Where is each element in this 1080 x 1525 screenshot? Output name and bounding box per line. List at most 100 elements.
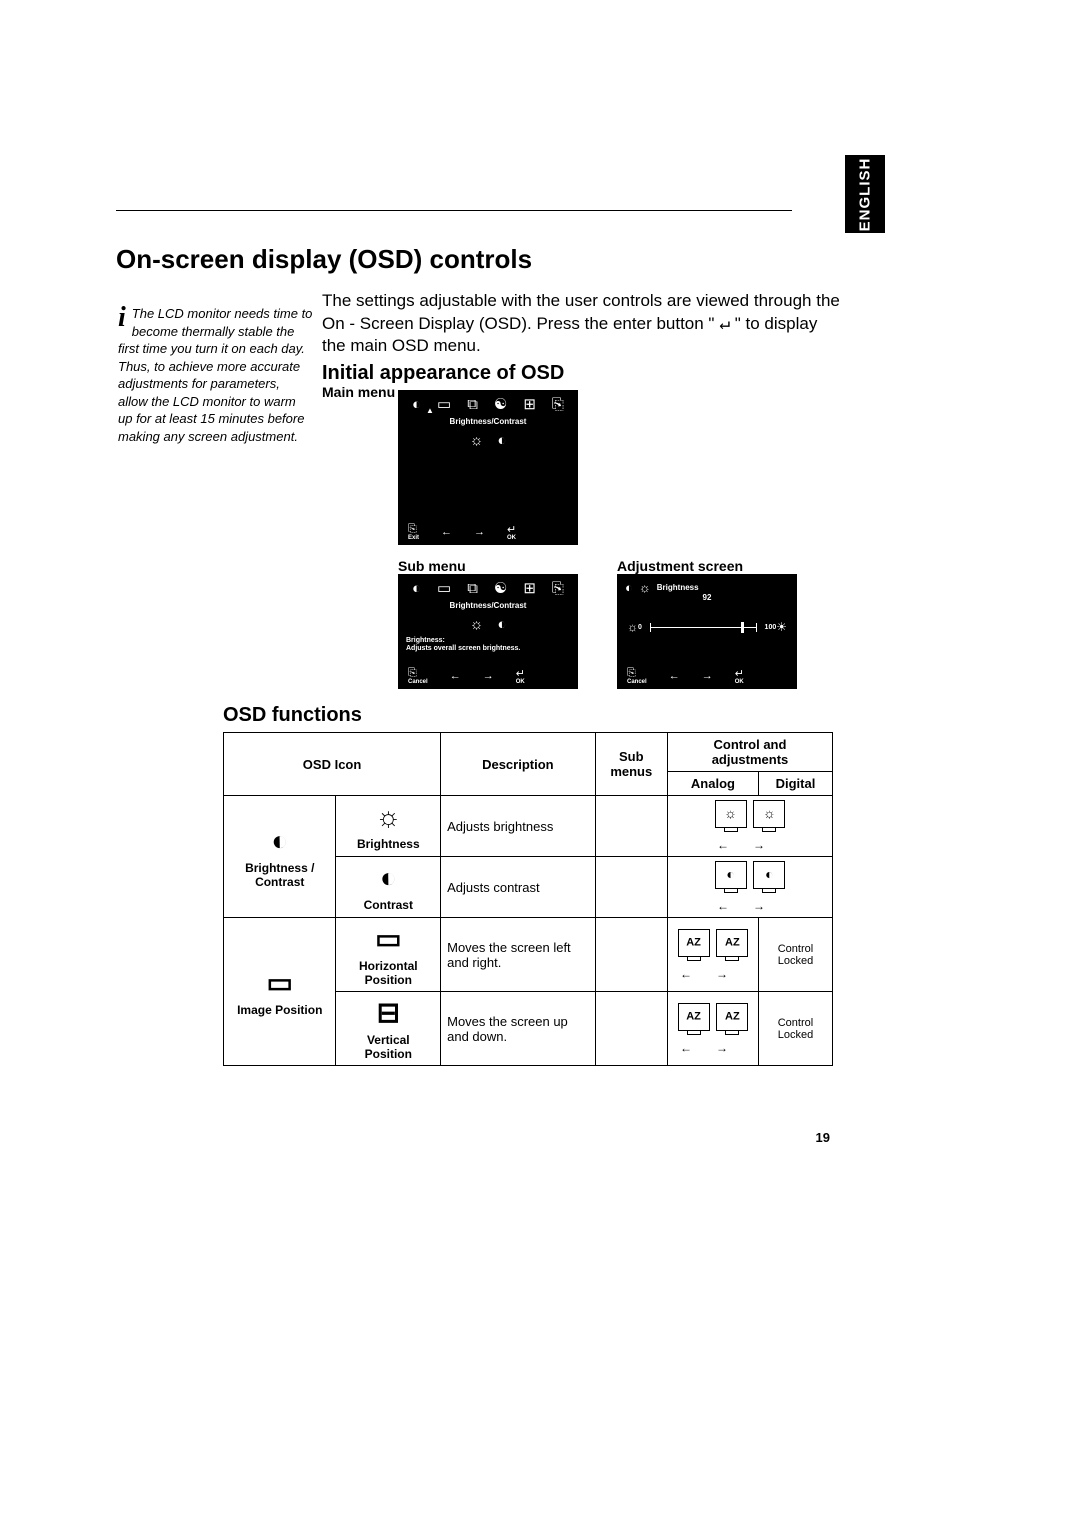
th-osd-icon: OSD Icon	[224, 733, 441, 796]
contrast-icon: ◐	[342, 862, 434, 894]
image-setup-icon: ⧉	[467, 396, 478, 413]
options-icon: ⊞	[523, 395, 536, 413]
monitor-icon: AZ	[716, 929, 748, 957]
section-osd-functions: OSD functions	[223, 704, 362, 727]
cell-contrast-icon: ◐ Contrast	[336, 857, 441, 918]
section-initial-appearance: Initial appearance of OSD	[322, 362, 564, 385]
cell-bc-group: ◐ Brightness / Contrast	[224, 796, 336, 918]
right-arrow-icon: →	[702, 670, 713, 682]
info-icon: i	[118, 305, 126, 330]
image-position-icon: ▭	[437, 395, 451, 413]
left-right-arrows-icon: ←→	[680, 1041, 752, 1055]
th-analog: Analog	[667, 772, 758, 796]
cancel-button: ⎘Cancel	[408, 667, 428, 685]
cell-empty	[595, 857, 667, 918]
osd-description: Brightness: Adjusts overall screen brigh…	[398, 633, 578, 654]
osd-functions-table: OSD Icon Description Sub menus Control a…	[223, 732, 833, 1066]
left-right-arrows-icon: ←→	[680, 838, 826, 852]
th-controls: Control and adjustments	[667, 733, 832, 772]
cell-contrast-desc: Adjusts contrast	[441, 857, 595, 918]
contrast-icon: ◐	[497, 432, 506, 449]
cell-brightness-controls: ☼ ☼ ←→	[667, 796, 832, 857]
right-arrow-icon: →	[483, 670, 494, 682]
exit-button: ⎘Exit	[408, 523, 419, 541]
osd-section-title: Brightness/Contrast	[398, 601, 578, 610]
image-position-icon: ▭	[230, 966, 329, 999]
left-arrow-icon: ←	[450, 670, 461, 682]
cancel-button: ⎘Cancel	[627, 667, 647, 685]
left-right-arrows-icon: ←→	[680, 967, 752, 981]
language-tab: ENGLISH	[845, 155, 885, 233]
range-min: 0	[638, 624, 642, 631]
brightness-icon: ☼	[639, 580, 651, 595]
cell-vpos-desc: Moves the screen up and down.	[441, 992, 595, 1066]
brightness-low-icon: ☼	[627, 620, 638, 634]
page-number: 19	[816, 1130, 830, 1145]
exit-icon: ⎘	[552, 396, 564, 413]
monitor-icon: ☼	[715, 800, 747, 828]
vertical-position-icon: ⊟	[342, 996, 434, 1029]
label-adjustment-screen: Adjustment screen	[617, 558, 743, 574]
cell-hpos-desc: Moves the screen left and right.	[441, 918, 595, 992]
cell-hpos-analog: AZ AZ ←→	[667, 918, 758, 992]
brightness-contrast-icon: ◐	[412, 580, 421, 597]
cell-vpos-icon: ⊟ Vertical Position	[336, 992, 441, 1066]
contrast-icon: ◐	[497, 616, 506, 633]
image-properties-icon: ☯	[494, 395, 507, 413]
cell-empty	[595, 796, 667, 857]
adjustment-label: Brightness	[657, 583, 699, 592]
cell-brightness-desc: Adjusts brightness	[441, 796, 595, 857]
exit-icon: ⎘	[552, 580, 564, 597]
brightness-icon: ☼	[470, 616, 484, 633]
cell-vpos-digital: Control Locked	[758, 992, 832, 1066]
header-rule	[116, 210, 792, 211]
cell-vpos-analog: AZ AZ ←→	[667, 992, 758, 1066]
brightness-icon: ☼	[470, 432, 484, 449]
monitor-icon: AZ	[716, 1003, 748, 1031]
image-setup-icon: ⧉	[467, 580, 478, 597]
cell-hpos-icon: ▭ Horizontal Position	[336, 918, 441, 992]
osd-sub-menu: ◐ ▭ ⧉ ☯ ⊞ ⎘ Brightness/Contrast ☼ ◐ Brig…	[398, 574, 578, 689]
ok-button: ↵OK	[735, 667, 744, 685]
monitor-icon: AZ	[678, 1003, 710, 1031]
th-submenus: Sub menus	[595, 733, 667, 796]
image-properties-icon: ☯	[494, 579, 507, 597]
right-arrow-icon: →	[474, 526, 485, 538]
brightness-contrast-icon: ◐▲	[412, 396, 421, 413]
label-main-menu: Main menu	[322, 384, 395, 400]
th-description: Description	[441, 733, 595, 796]
ok-button: ↵OK	[507, 523, 516, 541]
osd-section-title: Brightness/Contrast	[398, 417, 578, 426]
left-arrow-icon: ←	[441, 526, 452, 538]
monitor-icon: ◐	[715, 861, 747, 889]
label-sub-menu: Sub menu	[398, 558, 466, 574]
horizontal-position-icon: ▭	[342, 922, 434, 955]
enter-icon: ↵	[719, 313, 730, 334]
slider	[650, 627, 757, 628]
image-position-icon: ▭	[437, 579, 451, 597]
cell-hpos-digital: Control Locked	[758, 918, 832, 992]
monitor-icon: AZ	[678, 929, 710, 957]
intro-paragraph: The settings adjustable with the user co…	[322, 290, 842, 358]
brightness-contrast-icon: ◐	[230, 825, 329, 857]
range-max: 100	[765, 624, 777, 631]
brightness-high-icon: ☀	[776, 620, 787, 634]
cell-empty	[595, 992, 667, 1066]
left-arrow-icon: ←	[669, 670, 680, 682]
brightness-contrast-icon: ◐	[625, 580, 633, 595]
osd-adjustment-screen: ◐ ☼ Brightness 92 ☼ 0 100 ☀ ⎘Cancel ← → …	[617, 574, 797, 689]
cell-ip-group: ▭ Image Position	[224, 918, 336, 1066]
monitor-icon: ◐	[753, 861, 785, 889]
ok-button: ↵OK	[516, 667, 525, 685]
monitor-icon: ☼	[753, 800, 785, 828]
page-title: On-screen display (OSD) controls	[116, 244, 532, 275]
osd-main-menu: ◐▲ ▭ ⧉ ☯ ⊞ ⎘ Brightness/Contrast ☼ ◐ ⎘Ex…	[398, 390, 578, 545]
brightness-icon: ☼	[342, 801, 434, 833]
cell-brightness-icon: ☼ Brightness	[336, 796, 441, 857]
info-note: i The LCD monitor needs time to become t…	[118, 305, 313, 445]
options-icon: ⊞	[523, 579, 536, 597]
th-digital: Digital	[758, 772, 832, 796]
cell-contrast-controls: ◐ ◐ ←→	[667, 857, 832, 918]
cell-empty	[595, 918, 667, 992]
left-right-arrows-icon: ←→	[680, 899, 826, 913]
